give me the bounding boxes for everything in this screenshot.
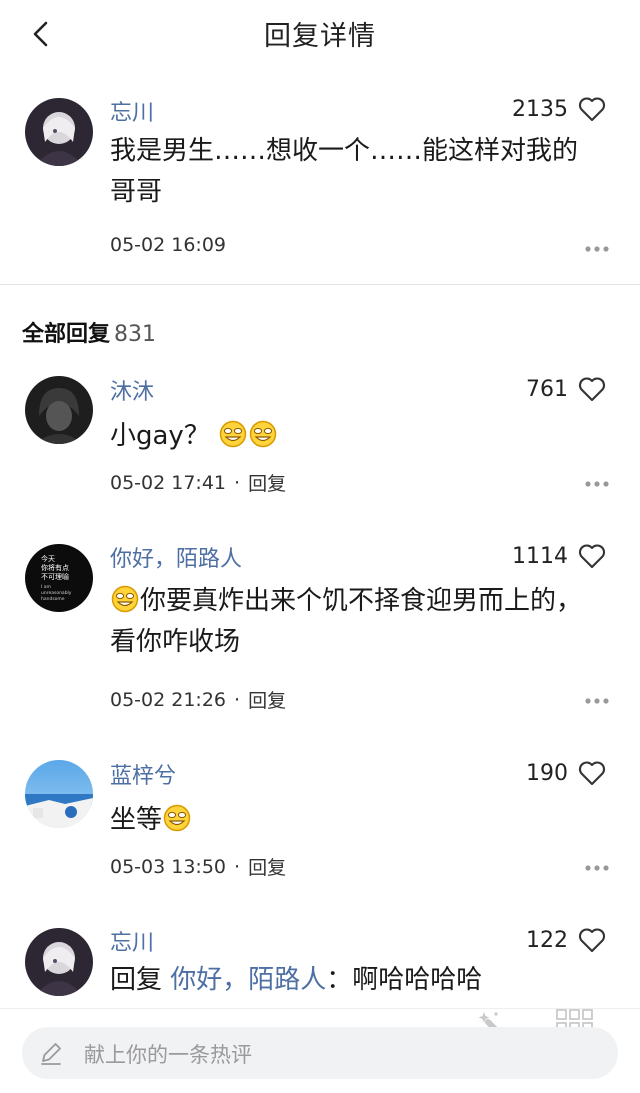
input-placeholder: 献上你的一条热评 [84,1043,252,1067]
meta-separator: · [234,688,241,711]
comment-text: 你要真炸出来个饥不择食迎男而上的，看你咋收场 [110,581,600,663]
avatar[interactable]: 今天 你将有点 不可理喻 I am unreasonably handsome [25,544,93,612]
like-count: 190 [526,760,568,786]
username[interactable]: 忘川 [110,95,154,127]
divider [0,284,640,285]
reply-button[interactable]: 回复 [248,469,286,496]
more-dots-icon[interactable] [584,857,610,871]
avatar[interactable] [25,376,93,444]
username[interactable]: 蓝梓兮 [110,758,176,790]
comment-text-body: 你要真炸出来个饥不择食迎男而上的，看你咋收场 [110,586,583,657]
grin-emoji-icon [163,804,191,832]
meta-separator: · [234,471,241,494]
like-group[interactable]: 1114 [512,543,606,569]
heart-icon[interactable] [578,543,606,569]
avatar[interactable] [25,98,93,166]
like-group[interactable]: 122 [526,927,606,953]
avatar[interactable] [25,928,93,996]
more-dots-icon[interactable] [584,473,610,487]
top-bar: 回复详情 [0,0,640,70]
like-count: 761 [526,376,568,402]
username[interactable]: 你好，陌路人 [110,541,242,573]
like-count: 1114 [512,543,568,569]
page-title: 回复详情 [264,21,376,52]
timestamp: 05-02 16:09 [110,234,227,256]
like-group[interactable]: 2135 [512,96,606,122]
comment-text: 坐等 [110,800,600,841]
like-group[interactable]: 190 [526,760,606,786]
avatar-text: 今天 [41,554,55,563]
avatar[interactable] [25,760,93,828]
comment-text-body: 小gay？ [110,421,210,451]
username[interactable]: 沐沐 [110,374,154,406]
hot-comment-input[interactable]: 献上你的一条热评 [22,1027,618,1079]
reply-prefix: 回复 [110,965,163,995]
avatar-text: handsome [41,596,65,602]
timestamp: 05-03 13:50 [110,855,227,878]
like-group[interactable]: 761 [526,376,606,402]
replies-label: 全部回复 [22,322,111,347]
comment-meta: 05-02 17:41 · 回复 [110,469,286,496]
grin-emoji-icon [111,585,139,613]
comment-meta: 05-02 21:26 · 回复 [110,686,286,713]
comment-text: 小gay？ [110,416,600,457]
grin-emoji-icon [249,420,277,448]
comment-text: 我是男生……想收一个……能这样对我的哥哥 [110,136,579,207]
replies-header: 全部回复 831 [22,316,156,348]
heart-icon[interactable] [578,376,606,402]
reply-button[interactable]: 回复 [248,853,286,880]
comment-meta: 05-03 13:50 · 回复 [110,853,286,880]
like-count: 122 [526,927,568,953]
comment-text-body: ：啊哈哈哈哈 [326,965,483,995]
like-count: 2135 [512,96,568,122]
comment-text-body: 坐等 [110,805,163,835]
reply-to-user[interactable]: 你好，陌路人 [170,965,326,995]
comment-meta: 05-02 16:09 [110,234,226,256]
heart-icon[interactable] [578,927,606,953]
avatar-text: 不可理喻 [41,572,69,581]
avatar-text: 你将有点 [41,563,69,572]
heart-icon[interactable] [578,760,606,786]
timestamp: 05-02 21:26 [110,688,227,711]
bottom-bar: 献上你的一条热评 [0,1008,640,1093]
avatar-text: I am [41,584,51,590]
username[interactable]: 忘川 [110,925,154,957]
comment-text: 回复 你好，陌路人：啊哈哈哈哈 [110,960,600,1001]
more-dots-icon[interactable] [584,238,610,252]
pencil-icon [38,1040,64,1066]
meta-separator: · [234,855,241,878]
grin-emoji-icon [219,420,247,448]
reply-button[interactable]: 回复 [248,686,286,713]
heart-icon[interactable] [578,96,606,122]
avatar-text: unreasonably [41,590,72,596]
timestamp: 05-02 17:41 [110,471,227,494]
more-dots-icon[interactable] [584,690,610,704]
replies-count: 831 [114,322,157,347]
